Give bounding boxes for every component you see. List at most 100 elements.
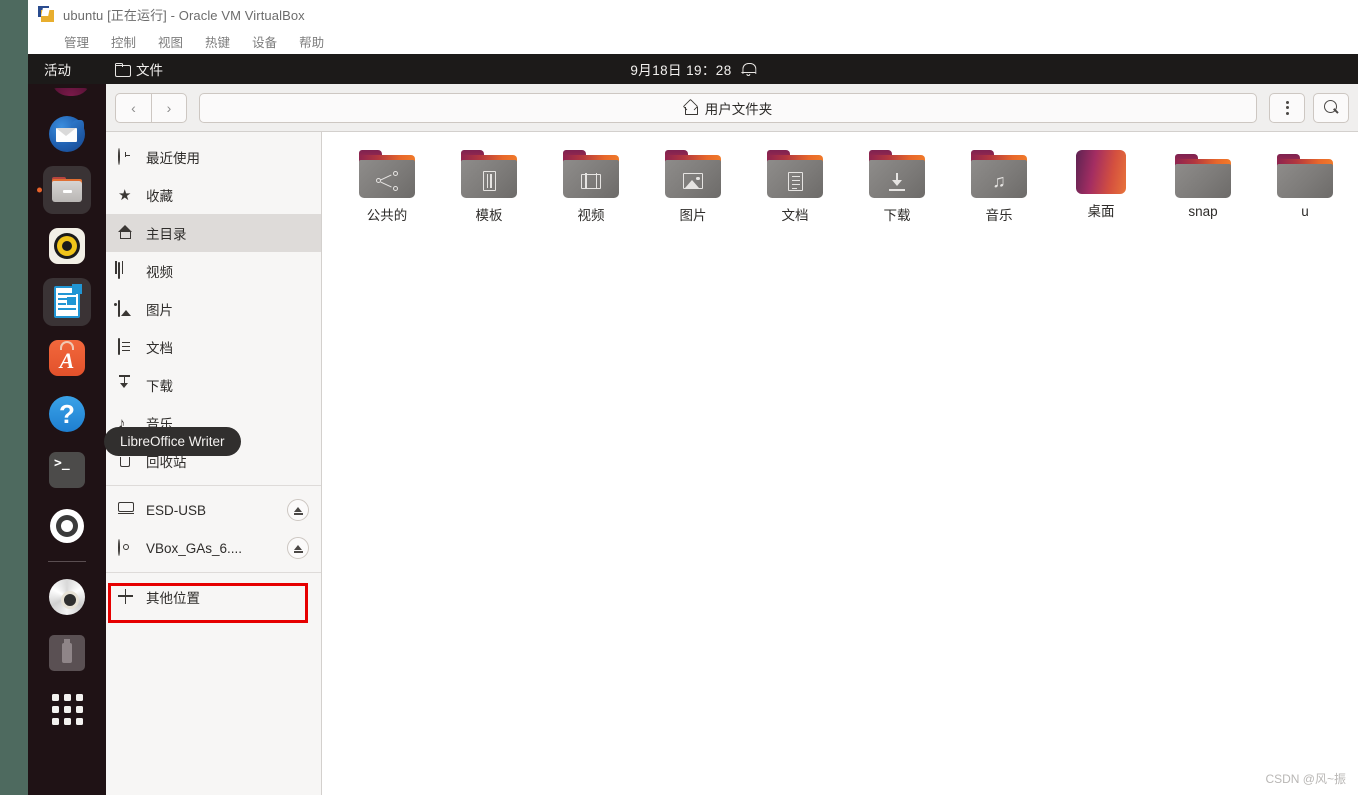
folder-icon: [461, 150, 517, 198]
file-item-u[interactable]: u: [1254, 146, 1356, 224]
folder-icon: [869, 150, 925, 198]
sidebar-item-label: 下载: [146, 379, 173, 394]
file-label: 下载: [883, 208, 911, 223]
sidebar-divider: [106, 485, 321, 486]
ubuntu-dock: A ? >_: [28, 84, 106, 795]
search-button[interactable]: [1313, 92, 1349, 123]
terminal-icon: >_: [49, 452, 85, 488]
dock-item-terminal[interactable]: >_: [43, 446, 91, 494]
gear-icon: [49, 508, 85, 544]
file-item-documents[interactable]: 文档: [744, 146, 846, 224]
folder-icon: [115, 63, 131, 77]
desktop-thumbnail-icon: [1076, 150, 1126, 194]
file-item-pictures[interactable]: 图片: [642, 146, 744, 224]
dock-item-libreoffice-writer[interactable]: [43, 278, 91, 326]
dock-item-thunderbird[interactable]: [43, 110, 91, 158]
nautilus-body: 最近使用 ★ 收藏 主目录 视频 图片 文档 下载 ♪ 音乐 回收站 ESD-U…: [104, 132, 1358, 795]
menu-manage[interactable]: 管理: [64, 32, 89, 51]
folder-icon: [1277, 154, 1333, 198]
eject-button[interactable]: [287, 537, 309, 559]
sidebar-item-videos[interactable]: 视频: [106, 252, 321, 290]
folder-icon: [359, 150, 415, 198]
firefox-icon: [51, 88, 91, 96]
sidebar-item-pictures[interactable]: 图片: [106, 290, 321, 328]
sidebar-item-downloads[interactable]: 下载: [106, 366, 321, 404]
folder-icon: [1175, 154, 1231, 198]
file-grid-view[interactable]: 公共的 模板 视频 图片 文档 下载 ♫ 音乐 桌面 snap u CSDN @…: [322, 132, 1358, 795]
file-label: u: [1301, 204, 1309, 219]
dock-item-usb-drive[interactable]: [43, 629, 91, 677]
plus-icon: [118, 589, 135, 606]
dock-item-show-applications[interactable]: [43, 685, 91, 733]
virtualbox-window: ubuntu [正在运行] - Oracle VM VirtualBox 管理 …: [28, 0, 1358, 795]
path-bar[interactable]: 用户文件夹: [199, 92, 1257, 123]
sidebar-item-recent[interactable]: 最近使用: [106, 138, 321, 176]
sidebar-item-label: 其他位置: [146, 591, 200, 606]
file-item-templates[interactable]: 模板: [438, 146, 540, 224]
help-icon: ?: [49, 396, 85, 432]
eject-button[interactable]: [287, 499, 309, 521]
menu-view[interactable]: 视图: [158, 32, 183, 51]
dock-item-firefox[interactable]: [43, 88, 91, 102]
clock-text: 9月18日 19：28: [630, 63, 732, 78]
template-icon: [475, 169, 503, 193]
picture-icon: [679, 169, 707, 193]
rhythmbox-icon: [49, 228, 85, 264]
menu-control[interactable]: 控制: [111, 32, 136, 51]
window-title: ubuntu [正在运行] - Oracle VM VirtualBox: [63, 7, 305, 23]
sidebar-item-esd-usb[interactable]: ESD-USB: [106, 491, 321, 529]
sidebar-item-home[interactable]: 主目录: [106, 214, 321, 252]
ubuntu-software-icon: A: [49, 340, 85, 376]
menu-button[interactable]: [1269, 92, 1305, 123]
file-item-public[interactable]: 公共的: [336, 146, 438, 224]
dock-item-files[interactable]: [37, 166, 91, 214]
menu-hotkeys[interactable]: 热键: [205, 32, 230, 51]
file-label: 图片: [679, 208, 707, 223]
clock-icon: [118, 147, 135, 166]
file-item-snap[interactable]: snap: [1152, 146, 1254, 224]
film-icon: [118, 261, 135, 280]
virtualbox-menubar[interactable]: 管理 控制 视图 热键 设备 帮助: [28, 28, 1358, 54]
gnome-top-panel: 活动 文件 9月18日 19：28: [28, 54, 1358, 84]
forward-button[interactable]: ›: [151, 92, 187, 123]
search-icon: [1323, 100, 1339, 115]
navigation-buttons: ‹ ›: [115, 92, 187, 123]
panel-clock-area[interactable]: 9月18日 19：28: [630, 59, 757, 79]
back-button[interactable]: ‹: [115, 92, 151, 123]
sidebar-divider: [106, 572, 321, 573]
menu-help[interactable]: 帮助: [299, 32, 324, 51]
file-item-downloads[interactable]: 下载: [846, 146, 948, 224]
document-icon: [781, 169, 809, 193]
dock-item-help[interactable]: ?: [43, 390, 91, 438]
sidebar-item-documents[interactable]: 文档: [106, 328, 321, 366]
menu-devices[interactable]: 设备: [252, 32, 277, 51]
file-label: snap: [1188, 204, 1218, 219]
file-item-desktop[interactable]: 桌面: [1050, 146, 1152, 224]
file-item-videos[interactable]: 视频: [540, 146, 642, 224]
home-icon: [118, 224, 135, 242]
sidebar-item-label: VBox_GAs_6....: [146, 540, 243, 556]
headerbar-actions: [1269, 92, 1349, 123]
virtualbox-titlebar: ubuntu [正在运行] - Oracle VM VirtualBox: [28, 0, 1358, 28]
download-icon: [118, 375, 135, 394]
file-item-music[interactable]: ♫ 音乐: [948, 146, 1050, 224]
file-label: 桌面: [1087, 204, 1115, 219]
activities-button[interactable]: 活动: [28, 59, 71, 79]
dock-item-settings[interactable]: [43, 502, 91, 550]
sidebar-item-label: 文档: [146, 341, 173, 356]
dock-item-rhythmbox[interactable]: [43, 222, 91, 270]
dock-item-ubuntu-software[interactable]: A: [43, 334, 91, 382]
panel-app-menu[interactable]: 文件: [115, 59, 163, 79]
drive-icon: [118, 501, 135, 519]
bell-icon: [741, 62, 757, 77]
document-icon: [118, 337, 135, 356]
sidebar-item-label: 视频: [146, 265, 173, 280]
dock-item-cdrom[interactable]: [43, 573, 91, 621]
ubuntu-guest-screen: 活动 文件 9月18日 19：28 A ? >_ ‹ › 用户文件夹 最近使用 …: [28, 54, 1358, 795]
file-label: 文档: [781, 208, 809, 223]
sidebar-item-vbox-gas[interactable]: VBox_GAs_6....: [106, 529, 321, 567]
folder-icon: [563, 150, 619, 198]
sidebar-item-starred[interactable]: ★ 收藏: [106, 176, 321, 214]
sidebar-item-other-locations[interactable]: 其他位置: [106, 578, 321, 616]
kebab-menu-icon: [1285, 100, 1289, 115]
